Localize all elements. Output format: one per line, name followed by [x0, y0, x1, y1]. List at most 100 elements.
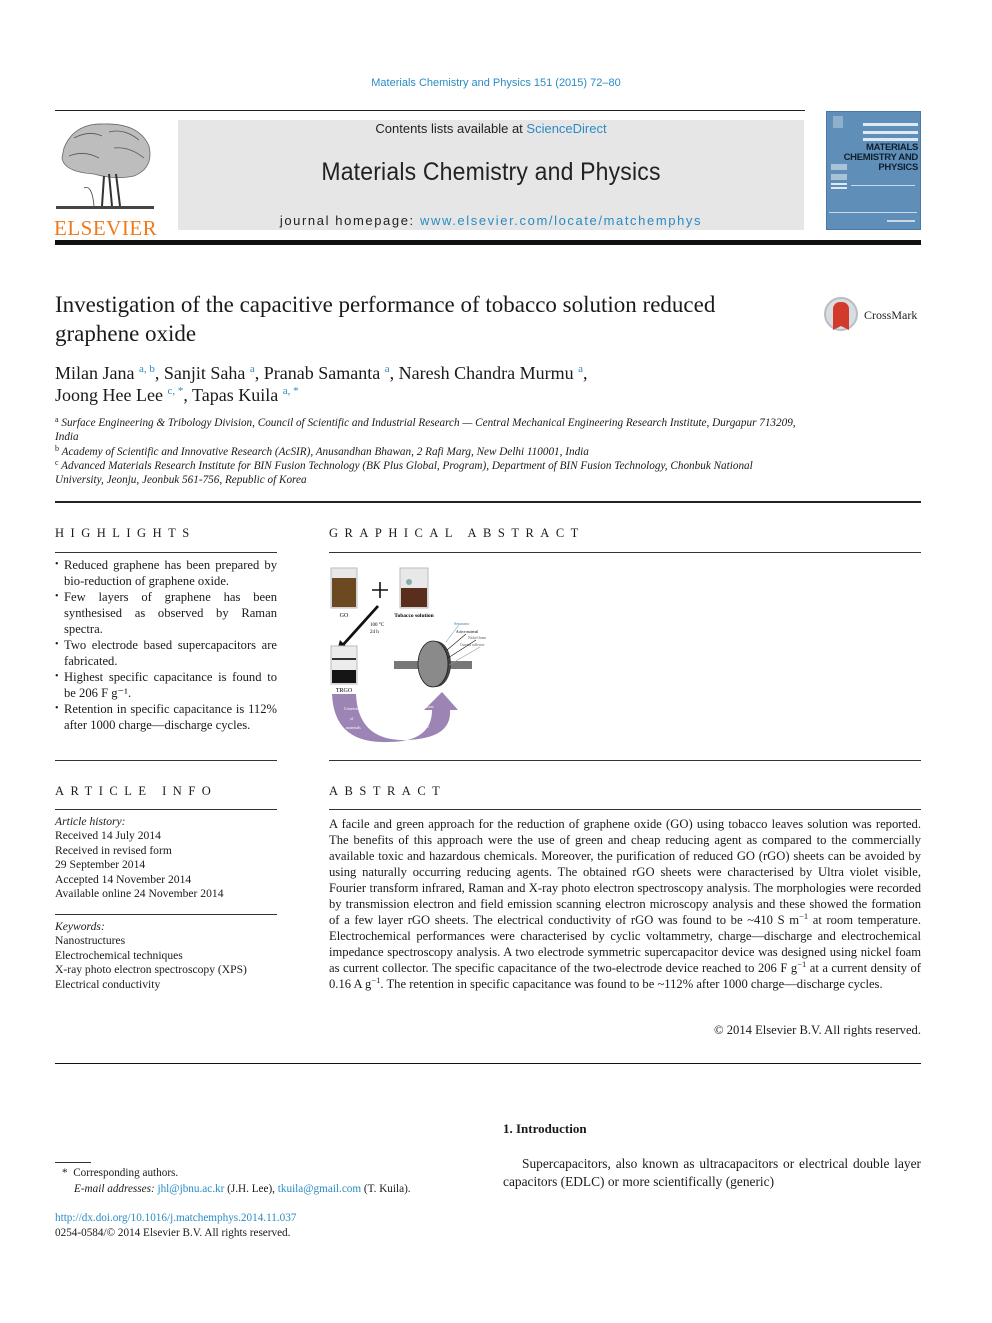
email-link[interactable]: jhl@jbnu.ac.kr	[157, 1183, 224, 1195]
affiliation-text: Academy of Scientific and Innovative Res…	[61, 445, 589, 458]
introduction-heading: 1. Introduction	[503, 1121, 587, 1136]
author-name[interactable]: Pranab Samanta	[264, 363, 380, 383]
separator-leader	[445, 625, 459, 643]
email-label: E-mail addresses:	[74, 1182, 155, 1195]
affiliation-key: c	[55, 457, 59, 467]
affiliation-item: c Advanced Materials Research Institute …	[55, 457, 800, 488]
author-affiliation-marker[interactable]: a, *	[283, 385, 299, 397]
author-list: Milan Jana a, b, Sanjit Saha a, Pranab S…	[55, 362, 815, 406]
plus-icon	[372, 582, 388, 598]
go-label: GO	[340, 613, 349, 619]
abstract-superscript: −1	[799, 911, 809, 921]
affiliation-text: Advanced Materials Research Institute fo…	[55, 459, 753, 487]
arrow-label-line: Conversion	[344, 706, 362, 711]
journal-cover-thumbnail[interactable]: MATERIALS CHEMISTRY AND PHYSICS	[826, 111, 921, 230]
cover-block	[831, 174, 847, 180]
article-info-heading: ARTICLE INFO	[55, 784, 218, 798]
keyword-item[interactable]: X-ray photo electron spectroscopy (XPS)	[55, 963, 277, 977]
front-matter-end-rule	[55, 1063, 921, 1064]
email-owner: (T. Kuila).	[361, 1182, 411, 1195]
abstract-heading: ABSTRACT	[329, 784, 447, 798]
keyword-item[interactable]: Electrochemical techniques	[55, 949, 277, 963]
author-separator: ,	[183, 385, 193, 405]
condition-time: 24 h	[370, 630, 379, 635]
highlights-bottom-rule	[55, 760, 277, 761]
highlight-item: Few layers of graphene has been synthesi…	[55, 589, 277, 637]
footnote-star: *	[62, 1167, 68, 1179]
affiliation-item: b Academy of Scientific and Innovative R…	[55, 443, 800, 459]
keywords: Keywords: Nanostructures Electrochemical…	[55, 920, 277, 992]
abstract-body: A facile and green approach for the redu…	[329, 816, 921, 992]
article-title: Investigation of the capacitive performa…	[55, 292, 716, 346]
email-owner: (J.H. Lee),	[224, 1182, 278, 1195]
affiliation-key: a	[55, 415, 59, 424]
cover-stripe	[887, 220, 915, 222]
separator-label: Separator	[454, 621, 470, 626]
elsevier-tree-icon	[54, 118, 156, 212]
doi-block: http://dx.doi.org/10.1016/j.matchemphys.…	[55, 1211, 475, 1241]
keywords-rule	[55, 914, 277, 915]
history-item: Available online 24 November 2014	[55, 887, 224, 901]
abstract-copyright: © 2014 Elsevier B.V. All rights reserved…	[714, 1023, 921, 1037]
trgo-label: TRGO	[336, 688, 353, 694]
homepage-prefix: journal homepage:	[279, 213, 420, 228]
journal-title[interactable]: Materials Chemistry and Physics	[203, 158, 779, 187]
abstract-text: A facile and green approach for the redu…	[329, 817, 921, 927]
footnote-rule	[55, 1162, 91, 1163]
abstract-superscript: −1	[797, 959, 807, 969]
cover-stripe	[863, 138, 918, 141]
author-affiliation-marker[interactable]: c, *	[167, 385, 183, 397]
highlight-item: Reduced graphene has been prepared by bi…	[55, 557, 277, 589]
email-line: E-mail addresses: jhl@jbnu.ac.kr (J.H. L…	[62, 1182, 482, 1198]
cover-stripe	[863, 123, 918, 126]
contents-prefix: Contents lists available at	[375, 121, 527, 136]
arrow-label-line: on	[418, 714, 422, 719]
doi-link[interactable]: http://dx.doi.org/10.1016/j.matchemphys.…	[55, 1212, 296, 1224]
author-separator: ,	[254, 363, 264, 383]
article-info-rule	[55, 809, 277, 810]
affiliation-item: a Surface Engineering & Tribology Divisi…	[55, 416, 800, 445]
author-name[interactable]: Milan Jana	[55, 363, 134, 383]
keyword-item[interactable]: Electrical conductivity	[55, 978, 277, 992]
arrow-label-line: foam	[404, 734, 413, 739]
go-solution	[332, 578, 356, 607]
corresponding-label: Corresponding authors.	[73, 1167, 179, 1179]
front-matter-rule	[55, 501, 921, 503]
affiliation-text: Surface Engineering & Tribology Division…	[55, 417, 796, 444]
tobacco-leaf-icon	[406, 579, 412, 585]
running-head[interactable]: Materials Chemistry and Physics 151 (201…	[0, 77, 992, 89]
tobacco-solution	[401, 588, 427, 607]
author-name[interactable]: Sanjit Saha	[164, 363, 246, 383]
history-label: Article history:	[55, 815, 126, 828]
nickel-foam-label: Nickel foam	[468, 636, 486, 640]
elsevier-logo[interactable]: ELSEVIER	[54, 118, 158, 240]
cover-stripe	[863, 131, 918, 134]
author-name[interactable]: Joong Hee Lee	[55, 385, 163, 405]
journal-banner: Contents lists available at ScienceDirec…	[178, 120, 804, 230]
affiliation-key: b	[55, 443, 59, 453]
history-item: Received 14 July 2014	[55, 829, 161, 843]
author-name[interactable]: Tapas Kuila	[192, 385, 278, 405]
author-name[interactable]: Naresh Chandra Murmu	[399, 363, 574, 383]
abstract-text: . The retention in specific capacitance …	[380, 977, 883, 991]
graphical-abstract-figure[interactable]: GO Tobacco solution 100 °C 24 h TRGO Sep…	[328, 562, 490, 744]
trgo-layer	[332, 658, 356, 660]
elsevier-wordmark: ELSEVIER	[54, 216, 158, 240]
header-rule	[55, 110, 805, 111]
author-separator: ,	[582, 363, 588, 383]
sciencedirect-link[interactable]: ScienceDirect	[526, 121, 606, 136]
article-history: Article history: Received 14 July 2014 R…	[55, 815, 277, 901]
highlights-rule	[55, 552, 277, 553]
crossmark-badge[interactable]: CrossMark	[824, 296, 924, 336]
homepage-line: journal homepage: www.elsevier.com/locat…	[178, 213, 804, 228]
email-link[interactable]: tkuila@gmail.com	[278, 1183, 361, 1195]
journal-homepage-link[interactable]: www.elsevier.com/locate/matchemphys	[420, 213, 702, 228]
active-material-label: Active material	[456, 630, 478, 634]
graphical-abstract-rule	[329, 552, 921, 553]
keyword-item[interactable]: Nanostructures	[55, 934, 277, 948]
cover-stripe	[831, 187, 847, 189]
highlight-item: Retention in specific capacitance is 112…	[55, 701, 277, 733]
highlight-item: Highest specific capacitance is found to…	[55, 669, 277, 701]
author-affiliation-marker[interactable]: a, b	[139, 363, 155, 375]
cover-emblem-icon	[833, 116, 843, 128]
